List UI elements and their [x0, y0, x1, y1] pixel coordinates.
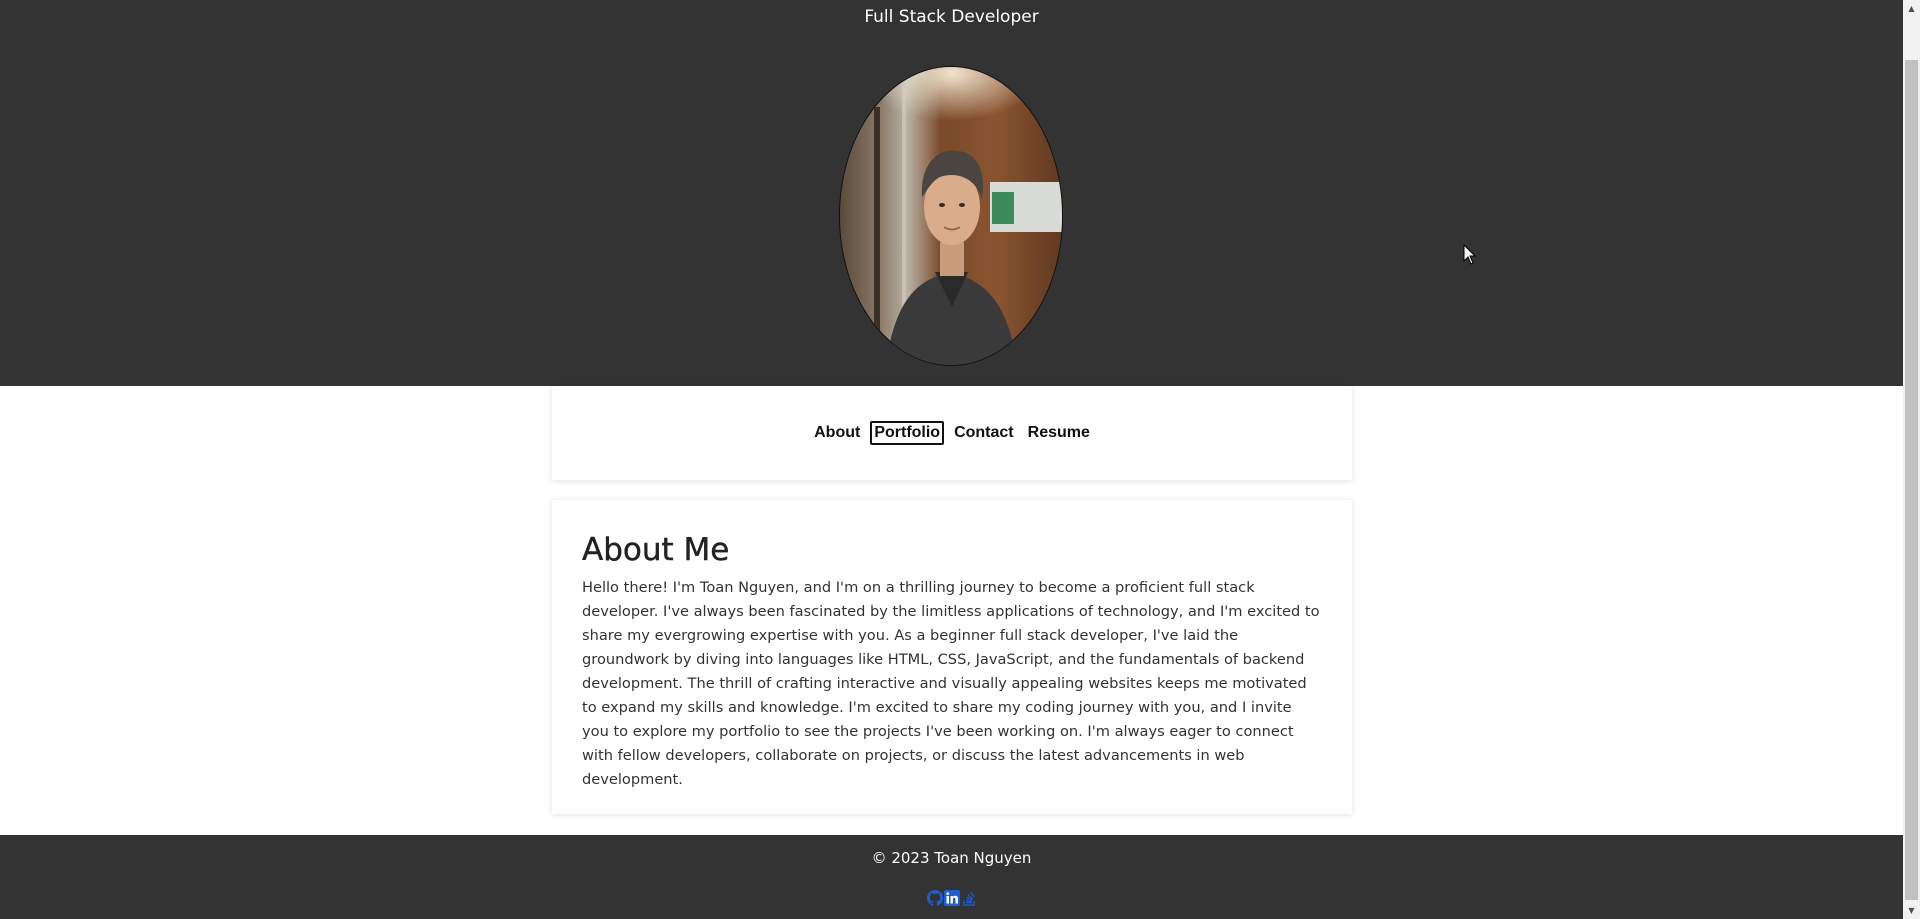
about-section: About Me Hello there! I'm Toan Nguyen, a…: [552, 500, 1352, 814]
nav-link-resume[interactable]: Resume: [1024, 421, 1094, 445]
scroll-up-icon[interactable]: ▲: [1903, 0, 1920, 17]
nav-card: About Portfolio Contact Resume: [552, 386, 1352, 480]
site-header: Full Stack Developer: [0, 0, 1903, 386]
social-links: [927, 890, 977, 906]
nav-link-portfolio[interactable]: Portfolio: [870, 421, 945, 445]
github-icon[interactable]: [927, 890, 943, 906]
nav-link-contact[interactable]: Contact: [950, 421, 1018, 445]
scroll-down-icon[interactable]: ▼: [1903, 902, 1920, 919]
stackoverflow-icon[interactable]: [961, 890, 977, 906]
mouse-cursor-icon: [1463, 243, 1477, 266]
about-title: About Me: [582, 532, 730, 568]
profile-photo: [839, 66, 1063, 366]
site-footer: © 2023 Toan Nguyen: [0, 835, 1903, 919]
vertical-scrollbar[interactable]: ▲ ▼: [1903, 0, 1920, 919]
scroll-thumb[interactable]: [1905, 60, 1918, 900]
nav-list: About Portfolio Contact Resume: [552, 421, 1352, 445]
copyright-text: © 2023 Toan Nguyen: [871, 849, 1032, 867]
linkedin-icon[interactable]: [944, 890, 960, 906]
header-subtitle: Full Stack Developer: [864, 7, 1039, 27]
about-text: Hello there! I'm Toan Nguyen, and I'm on…: [582, 579, 1320, 788]
page: Full Stack Developer About Portfolio Con…: [0, 0, 1903, 919]
nav-link-about[interactable]: About: [810, 421, 864, 445]
